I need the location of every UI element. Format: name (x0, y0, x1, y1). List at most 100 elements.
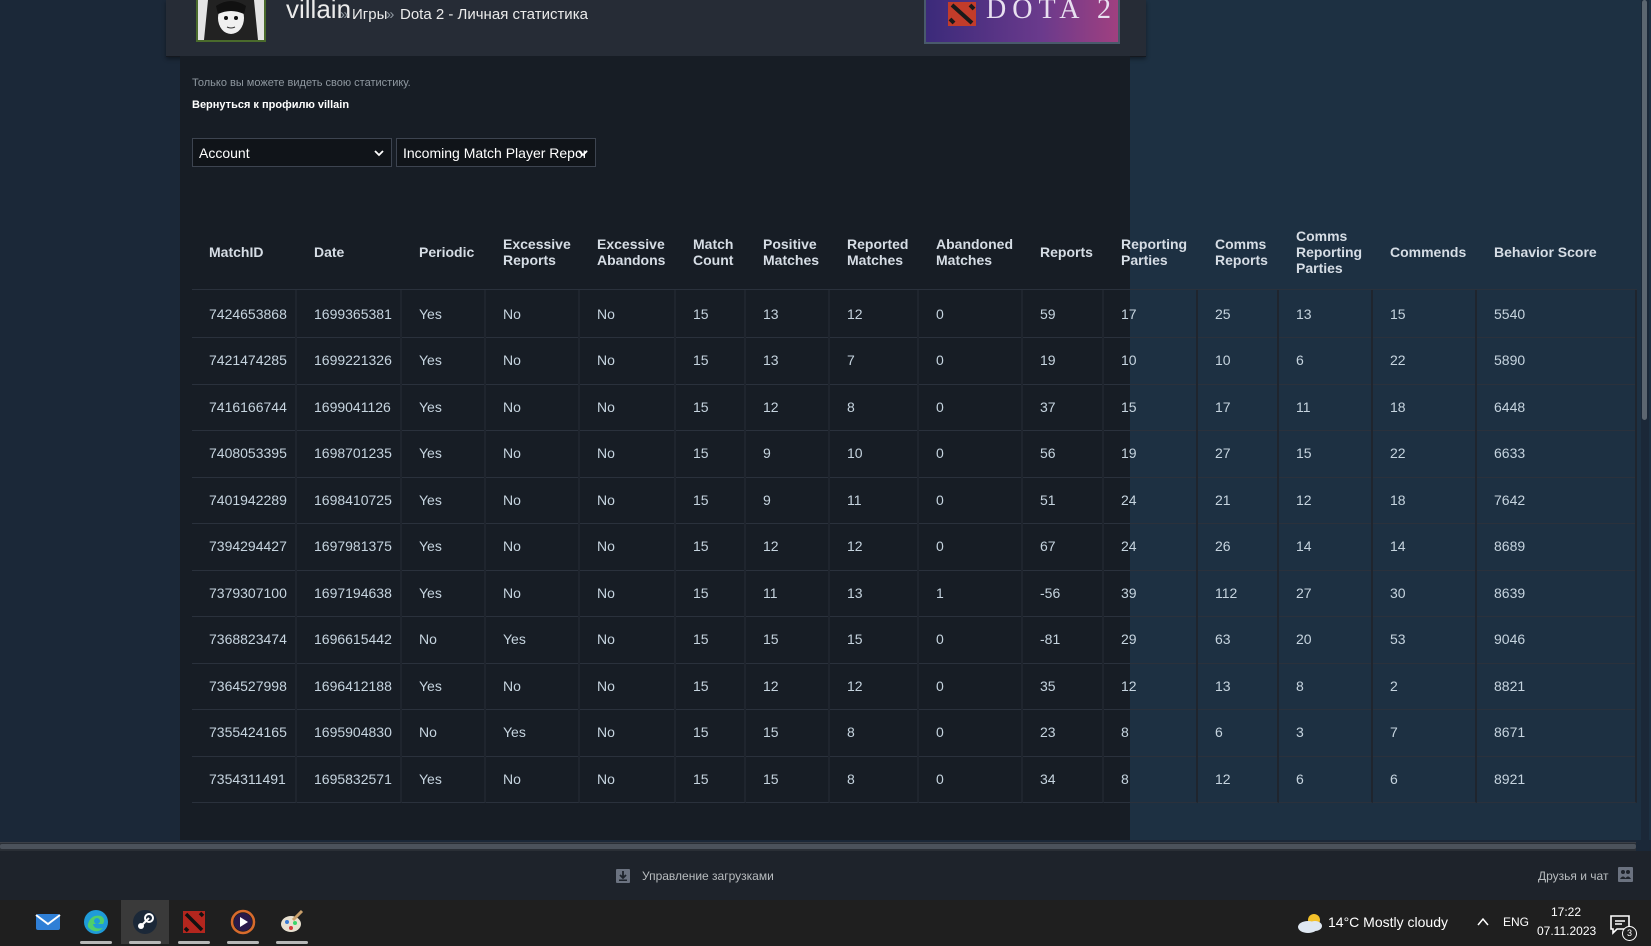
cell-date: 1696615442 (297, 615, 402, 664)
cell-excessive-abandons: No (580, 755, 676, 803)
cell-matchid: 7401942289 (192, 476, 297, 524)
column-header-match-count[interactable]: Match Count (676, 215, 746, 289)
input-language[interactable]: ENG (1503, 915, 1529, 929)
taskbar-mail[interactable] (24, 900, 72, 944)
breadcrumb-page: Dota 2 - Личная статистика (400, 6, 588, 23)
cell-match-count: 15 (676, 755, 746, 803)
table-row: 7379307100 1697194638 Yes No No 15 11 13 1 -56 39 1… (192, 569, 1637, 618)
friends-chat-button[interactable]: Друзья и чат (1538, 869, 1608, 883)
cell-comms-reports: 17 (1198, 383, 1279, 431)
cell-abandoned-matches: 0 (919, 383, 1023, 431)
horizontal-scrollbar[interactable] (0, 842, 1636, 851)
cell-commends: 7 (1373, 708, 1477, 757)
column-header-matchid[interactable]: MatchID (192, 215, 297, 289)
cell-comms-reporting-parties: 8 (1279, 662, 1373, 710)
cell-reporting-parties: 8 (1104, 755, 1198, 803)
cell-date: 1697194638 (297, 569, 402, 617)
cell-excessive-abandons: No (580, 383, 676, 431)
cell-reporting-parties: 29 (1104, 615, 1198, 664)
cell-abandoned-matches: 0 (919, 615, 1023, 664)
table-header-row: MatchID Date Periodic Excessive Reports Exce… (192, 215, 1637, 290)
cell-excessive-reports: No (486, 476, 580, 524)
taskbar-steam[interactable] (121, 900, 169, 944)
column-header-comms-reporting-parties[interactable]: Comms Reporting Parties (1279, 215, 1373, 289)
cell-matchid: 7424653868 (192, 290, 297, 338)
steam-page: villain » Игры » Dota 2 - Личная статист… (0, 0, 1651, 946)
column-header-commends[interactable]: Commends (1373, 215, 1477, 289)
column-header-behavior-score[interactable]: Behavior Score (1477, 215, 1637, 289)
cell-commends: 2 (1373, 662, 1477, 710)
cell-reported-matches: 12 (830, 662, 919, 710)
avatar[interactable] (196, 0, 266, 42)
table-row: 7354311491 1695832571 Yes No No 15 15 8 0 34 8 12 6 6… (192, 755, 1637, 804)
cell-matchid: 7408053395 (192, 429, 297, 478)
clock-time[interactable]: 17:22 (1551, 905, 1581, 919)
column-header-periodic[interactable]: Periodic (402, 215, 486, 289)
cell-comms-reporting-parties: 15 (1279, 429, 1373, 478)
vertical-scrollbar-thumb[interactable] (1642, 0, 1647, 420)
cell-reported-matches: 13 (830, 569, 919, 617)
table-row: 7421474285 1699221326 Yes No No 15 13 7 0 19 10 10 6… (192, 336, 1637, 386)
weather-text[interactable]: 14°C Mostly cloudy (1328, 914, 1448, 930)
cell-periodic: Yes (402, 336, 486, 385)
cell-excessive-abandons: No (580, 476, 676, 524)
app-running-indicator (80, 941, 112, 944)
column-header-excessive-reports[interactable]: Excessive Reports (486, 215, 580, 289)
cell-comms-reporting-parties: 13 (1279, 290, 1373, 338)
taskbar-media-player[interactable] (219, 900, 267, 944)
taskbar-app-partial[interactable] (0, 900, 14, 944)
column-header-comms-reports[interactable]: Comms Reports (1198, 215, 1279, 289)
taskbar-dota[interactable] (170, 900, 218, 944)
cell-excessive-abandons: No (580, 615, 676, 664)
cell-periodic: Yes (402, 429, 486, 478)
clock-date[interactable]: 07.11.2023 (1537, 924, 1596, 938)
cell-excessive-reports: No (486, 336, 580, 385)
cell-reports: 56 (1023, 429, 1104, 478)
cell-comms-reports: 12 (1198, 755, 1279, 803)
app-running-indicator (129, 941, 161, 944)
cell-abandoned-matches: 1 (919, 569, 1023, 617)
cell-behavior-score: 8821 (1477, 662, 1637, 710)
cell-comms-reports: 27 (1198, 429, 1279, 478)
chevron-up-icon[interactable] (1476, 915, 1490, 929)
cell-matchid: 7379307100 (192, 569, 297, 617)
cell-reported-matches: 8 (830, 755, 919, 803)
taskbar-edge[interactable] (72, 900, 120, 944)
vertical-scrollbar[interactable] (1641, 0, 1649, 840)
column-header-abandoned-matches[interactable]: Abandoned Matches (919, 215, 1023, 289)
cell-matchid: 7354311491 (192, 755, 297, 803)
column-header-reporting-parties[interactable]: Reporting Parties (1104, 215, 1198, 289)
cell-periodic: Yes (402, 522, 486, 571)
cell-abandoned-matches: 0 (919, 476, 1023, 524)
column-header-reports[interactable]: Reports (1023, 215, 1104, 289)
download-icon[interactable] (615, 868, 631, 884)
cell-commends: 6 (1373, 755, 1477, 803)
cell-match-count: 15 (676, 290, 746, 338)
report-select[interactable]: Incoming Match Player Repor (396, 138, 596, 167)
cell-behavior-score: 8689 (1477, 522, 1637, 571)
column-header-reported-matches[interactable]: Reported Matches (830, 215, 919, 289)
column-header-excessive-abandons[interactable]: Excessive Abandons (580, 215, 676, 289)
manage-downloads-button[interactable]: Управление загрузками (642, 869, 774, 883)
friends-icon[interactable] (1617, 866, 1634, 883)
cell-reports: -56 (1023, 569, 1104, 617)
cell-date: 1695904830 (297, 708, 402, 757)
profile-header: villain » Игры » Dota 2 - Личная статист… (166, 0, 1146, 57)
horizontal-scrollbar-thumb[interactable] (0, 844, 1636, 849)
report-select-value: Incoming Match Player Repor (403, 145, 588, 161)
cell-reported-matches: 11 (830, 476, 919, 524)
cell-commends: 18 (1373, 476, 1477, 524)
cell-abandoned-matches: 0 (919, 290, 1023, 338)
cell-reporting-parties: 24 (1104, 522, 1198, 571)
cell-behavior-score: 8639 (1477, 569, 1637, 617)
taskbar-paint[interactable] (268, 900, 316, 944)
column-header-date[interactable]: Date (297, 215, 402, 289)
back-to-profile-link[interactable]: Вернуться к профилю villain (192, 99, 349, 111)
cell-behavior-score: 6633 (1477, 429, 1637, 478)
cell-periodic: No (402, 615, 486, 664)
cloud-icon[interactable] (1296, 912, 1324, 934)
dota2-logo[interactable]: DOTA 2 (924, 0, 1120, 44)
column-header-positive-matches[interactable]: Positive Matches (746, 215, 830, 289)
category-select[interactable]: Account (192, 138, 392, 167)
breadcrumb-games[interactable]: Игры (352, 6, 387, 23)
